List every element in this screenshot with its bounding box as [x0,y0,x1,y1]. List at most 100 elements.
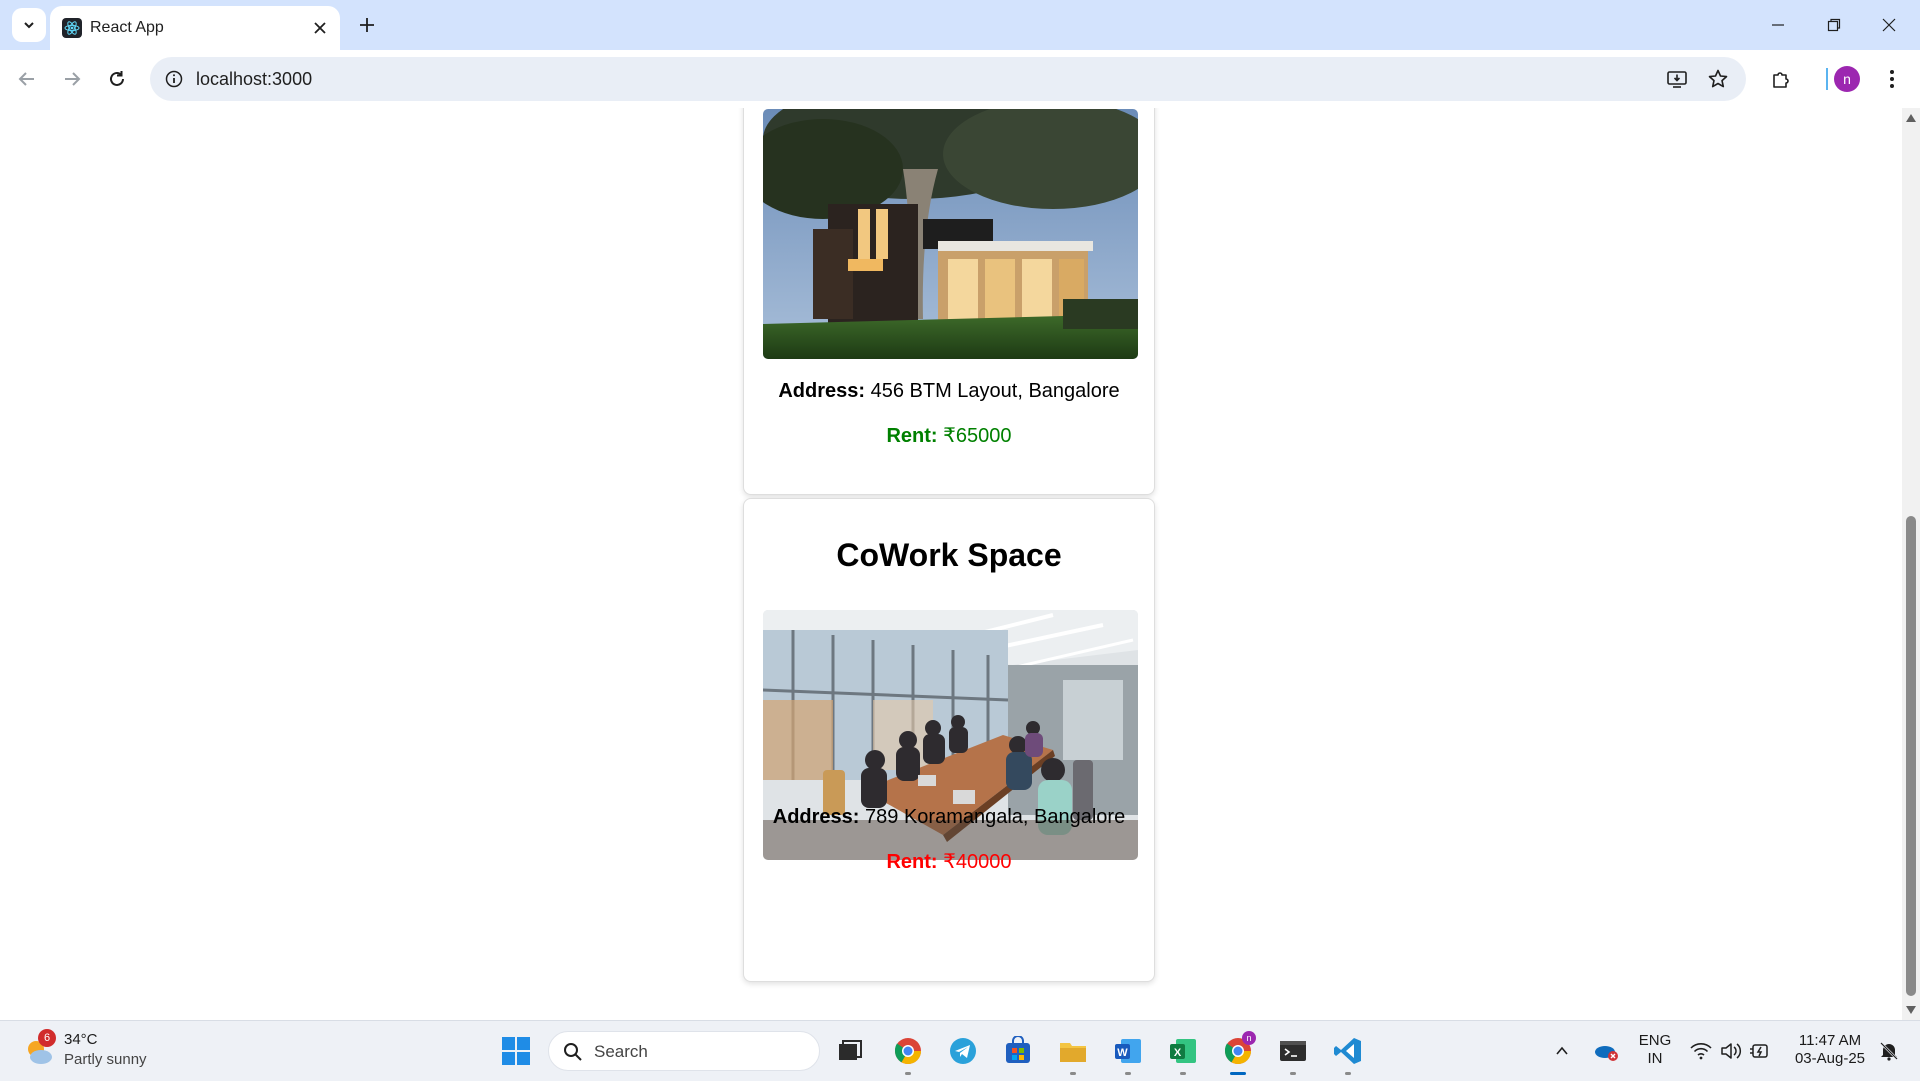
svg-text:W: W [1117,1047,1128,1059]
excel-app[interactable]: X [1163,1031,1203,1075]
telegram-app[interactable] [943,1031,983,1071]
address-value: 456 BTM Layout, Bangalore [870,380,1120,402]
close-icon [314,22,326,34]
address-bar[interactable]: localhost:3000 [150,57,1746,101]
listing-rent: Rent: ₹40000 [744,849,1154,874]
plus-icon [360,18,374,32]
region-code: IN [1647,1050,1663,1067]
chrome-profile-app[interactable]: n [1218,1031,1258,1075]
onedrive-error-icon [1595,1046,1618,1061]
vscode-app[interactable] [1328,1031,1368,1075]
file-explorer-app[interactable] [1053,1031,1093,1075]
site-info-icon[interactable] [162,67,186,91]
weather-condition: Partly sunny [64,1051,147,1068]
tab-title: React App [90,19,164,36]
rent-value: ₹40000 [943,851,1012,873]
tab-search-button[interactable] [12,8,46,42]
menu-button[interactable] [1875,62,1909,96]
extensions-button[interactable] [1764,62,1798,96]
tab-close-button[interactable] [310,18,330,38]
clock[interactable]: 11:47 AM 03-Aug-25 [1790,1032,1870,1068]
running-indicator [1230,1072,1246,1075]
restore-icon [1827,18,1841,32]
scroll-up-arrow-icon[interactable] [1906,114,1916,122]
running-indicator [905,1072,911,1075]
profile-button[interactable]: n [1830,62,1864,96]
page-scrollbar[interactable] [1902,108,1920,1020]
terminal-icon [1280,1041,1306,1061]
chevron-down-icon [24,22,34,29]
listing-address: Address: 456 BTM Layout, Bangalore [744,380,1154,403]
house-photo [763,109,1138,359]
listing-address: Address: 789 Koramangala, Bangalore [744,806,1154,829]
rent-label: Rent: [886,425,938,447]
url-text[interactable]: localhost:3000 [196,69,312,90]
clock-date: 03-Aug-25 [1794,1050,1866,1067]
minimize-button[interactable] [1755,10,1801,40]
browser-toolbar: localhost:3000 n [0,50,1920,109]
profile-badge: n [1242,1031,1256,1045]
ms-store-app[interactable] [998,1031,1038,1071]
react-favicon-icon [62,18,82,38]
language-code: ENG [1638,1032,1672,1049]
clock-time: 11:47 AM [1798,1032,1862,1049]
page-viewport: Address: 456 BTM Layout, Bangalore Rent:… [0,108,1920,1020]
telegram-icon [950,1038,976,1064]
chrome-app[interactable] [888,1031,928,1075]
search-icon [564,1043,582,1061]
arrow-left-icon [18,72,34,86]
listing-title: CoWork Space [836,537,1062,573]
bookmark-star-icon[interactable] [1706,67,1730,91]
restore-button[interactable] [1811,10,1857,40]
arrow-right-icon [65,72,81,86]
terminal-app[interactable] [1273,1031,1313,1075]
scroll-down-arrow-icon[interactable] [1906,1006,1916,1014]
weather-temp: 34°C [64,1031,98,1048]
tab-strip: React App [0,0,1920,50]
task-view-button[interactable] [830,1031,870,1071]
scrollbar-thumb[interactable] [1906,516,1916,996]
reload-icon [110,71,124,86]
puzzle-icon [1773,72,1789,88]
listing-rent: Rent: ₹65000 [744,423,1154,448]
address-label: Address: [778,380,866,402]
install-app-icon[interactable] [1665,67,1689,91]
battery-tray[interactable] [1746,1031,1776,1071]
back-button[interactable] [10,62,44,96]
running-indicator [1345,1072,1351,1075]
listing-card: CoWork Space Address: 789 Koramangala, B… [743,498,1155,982]
new-tab-button[interactable] [352,10,382,40]
taskbar-search[interactable]: Search [548,1031,820,1071]
reload-button[interactable] [100,62,134,96]
battery-charging-icon [1750,1044,1768,1058]
svg-text:X: X [1174,1047,1182,1059]
running-indicator [1180,1072,1186,1075]
address-value: 789 Koramangala, Bangalore [865,806,1126,828]
folder-icon [1060,1043,1086,1062]
running-indicator [1290,1072,1296,1075]
active-tab[interactable]: React App [50,6,340,50]
minimize-icon [1772,24,1784,26]
onedrive-tray[interactable] [1588,1031,1624,1071]
weather-badge: 6 [38,1029,56,1047]
weather-widget[interactable]: 6 34°C Partly sunny [24,1029,224,1073]
rent-value: ₹65000 [943,425,1012,447]
wifi-tray[interactable] [1686,1031,1716,1071]
window-close-button[interactable] [1866,10,1912,40]
show-hidden-icons-button[interactable] [1547,1031,1577,1071]
bell-muted-icon [1880,1042,1898,1061]
address-label: Address: [772,806,860,828]
close-icon [1882,18,1896,32]
running-indicator [1125,1072,1131,1075]
volume-tray[interactable] [1716,1031,1746,1071]
chrome-icon [894,1038,922,1065]
vscode-icon [1334,1038,1361,1064]
listing-card: Address: 456 BTM Layout, Bangalore Rent:… [743,108,1155,495]
language-indicator[interactable]: ENG IN [1638,1032,1672,1068]
search-label: Search [594,1042,648,1061]
forward-button[interactable] [55,62,89,96]
running-indicator [1070,1072,1076,1075]
start-button[interactable] [496,1031,536,1071]
notifications-button[interactable] [1874,1031,1904,1071]
word-app[interactable]: W [1108,1031,1148,1075]
